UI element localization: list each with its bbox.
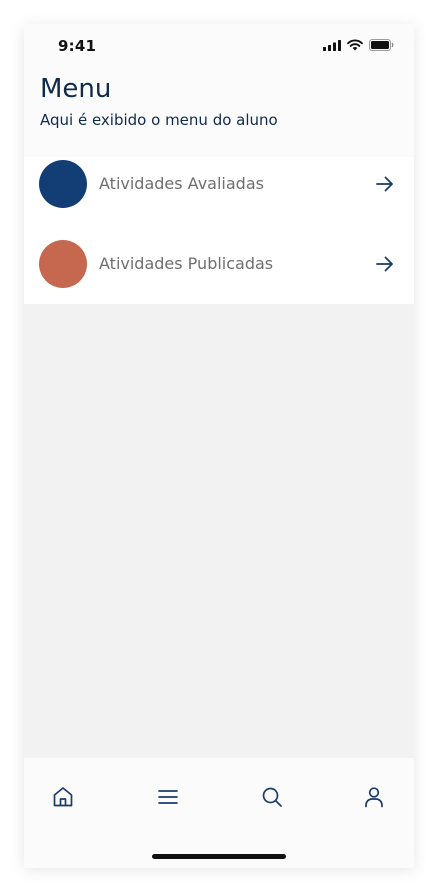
arrow-right-icon[interactable] bbox=[374, 173, 396, 195]
menu-item-label: Atividades Avaliadas bbox=[99, 174, 264, 193]
user-icon bbox=[365, 787, 383, 808]
nav-search-button[interactable] bbox=[257, 782, 287, 812]
status-time: 9:41 bbox=[58, 37, 97, 55]
search-icon bbox=[262, 787, 282, 807]
nav-home-button[interactable] bbox=[48, 782, 78, 812]
menu-list: Atividades Avaliadas Atividades Publicad… bbox=[24, 157, 414, 304]
battery-icon bbox=[369, 39, 394, 51]
status-bar: 9:41 bbox=[24, 24, 414, 68]
cellular-signal-icon bbox=[323, 39, 341, 51]
home-icon bbox=[53, 787, 73, 807]
page-header: Menu Aqui é exibido o menu do aluno bbox=[24, 68, 414, 157]
avatar bbox=[39, 160, 87, 208]
bottom-nav bbox=[24, 758, 414, 868]
phone-screen: 9:41 Menu Aqui é exibido o menu do aluno bbox=[24, 24, 414, 868]
page-title: Menu bbox=[40, 74, 112, 104]
home-indicator[interactable] bbox=[152, 854, 286, 859]
menu-item-atividades-publicadas[interactable]: Atividades Publicadas bbox=[24, 237, 414, 309]
nav-menu-button[interactable] bbox=[153, 782, 183, 812]
menu-item-label: Atividades Publicadas bbox=[99, 254, 274, 273]
status-icons bbox=[323, 39, 394, 51]
nav-profile-button[interactable] bbox=[359, 782, 389, 812]
wifi-icon bbox=[347, 39, 363, 51]
page-subtitle: Aqui é exibido o menu do aluno bbox=[40, 111, 278, 129]
menu-icon bbox=[158, 790, 178, 804]
menu-item-atividades-avaliadas[interactable]: Atividades Avaliadas bbox=[24, 157, 414, 229]
arrow-right-icon[interactable] bbox=[374, 253, 396, 275]
avatar bbox=[39, 240, 87, 288]
